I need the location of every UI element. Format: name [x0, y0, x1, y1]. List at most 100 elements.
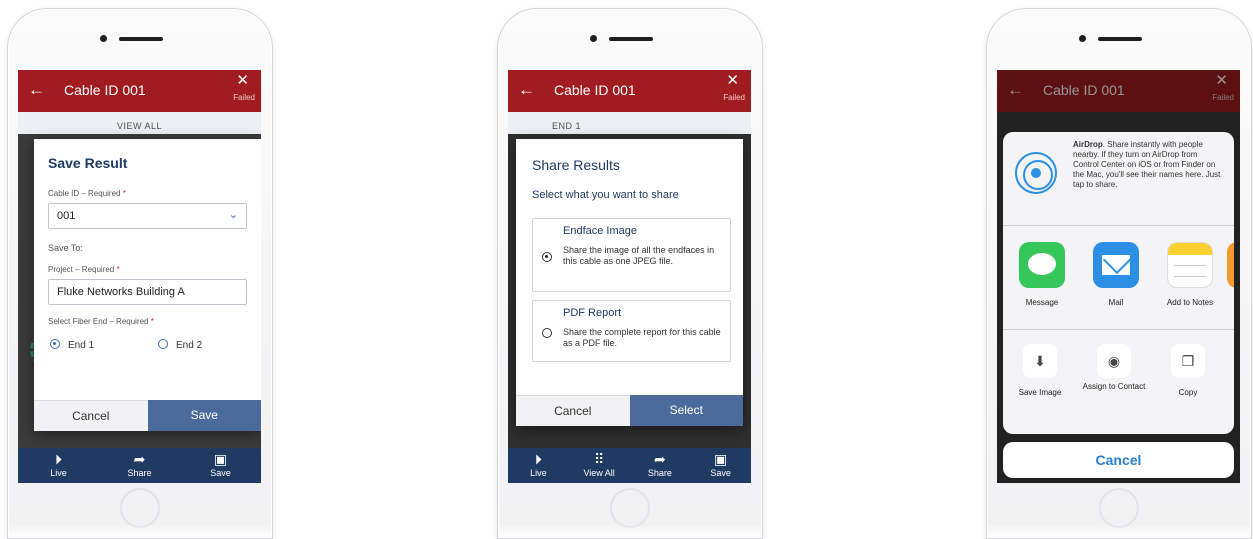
action-copy[interactable]: ❐ Copy: [1155, 344, 1221, 398]
home-button: [1099, 488, 1139, 528]
phone-screen: ← Cable ID 001 ✕ Failed AirDrop. Share i…: [997, 70, 1240, 483]
tab-save[interactable]: ▣ Save: [690, 448, 751, 483]
header-title: Cable ID 001: [64, 82, 146, 98]
tab-label: Share: [647, 468, 672, 478]
bottom-tab-bar: ⏵ Live ➦ Share ▣ Save: [18, 448, 261, 483]
project-field[interactable]: Fluke Networks Building A: [48, 279, 247, 305]
status-failed-label: Failed: [233, 93, 255, 102]
action-assign-contact[interactable]: ◉ Assign to Contact: [1081, 344, 1147, 392]
cancel-button[interactable]: Cancel: [1003, 442, 1234, 478]
home-button: [120, 488, 160, 528]
tab-label: Live: [530, 468, 547, 478]
option-description: Share the complete report for this cable…: [563, 327, 721, 348]
save-result-dialog: Save Result Cable ID – Required * 001 ⌄ …: [34, 139, 261, 431]
bottom-tab-bar: ⏵ Live ⠿ View All ➦ Share ▣ Save: [508, 448, 751, 483]
tab-label: Share: [127, 468, 152, 478]
option-description: Share the image of all the endfaces in t…: [563, 245, 715, 266]
tab-share[interactable]: ➦ Share: [99, 448, 180, 483]
airdrop-icon: [1015, 152, 1057, 194]
app-label: Mail: [1108, 298, 1124, 307]
share-results-dialog: Share Results Select what you want to sh…: [516, 139, 743, 426]
phone-screen: ← Cable ID 001 ✕ Failed END 1 Share Resu…: [508, 70, 751, 483]
copy-icon: ❐: [1171, 344, 1205, 378]
tab-label: Save: [710, 468, 731, 478]
action-label: Assign to Contact: [1082, 382, 1146, 391]
end-tab-strip: END 1: [508, 112, 751, 134]
cable-id-select[interactable]: 001 ⌄: [48, 203, 247, 229]
close-icon[interactable]: ✕: [236, 73, 249, 89]
tab-save[interactable]: ▣ Save: [180, 448, 261, 483]
cancel-button[interactable]: Cancel: [34, 400, 148, 431]
strip-label[interactable]: VIEW ALL: [18, 121, 261, 131]
header-title: Cable ID 001: [554, 82, 636, 98]
tab-share[interactable]: ➦ Share: [630, 448, 691, 483]
share-app-mail[interactable]: Mail: [1083, 242, 1149, 307]
option-endface-image[interactable]: Endface Image Share the image of all the…: [532, 218, 731, 292]
three-phone-mockups: ← Cable ID 001 ✕ Failed VIEW ALL Save Re…: [0, 0, 1253, 539]
radio-unselected-icon: [158, 339, 168, 349]
phone-share-results: ← Cable ID 001 ✕ Failed END 1 Share Resu…: [497, 8, 763, 539]
save-button[interactable]: Save: [147, 400, 261, 431]
play-circle-icon: ⏵: [534, 451, 542, 467]
select-button[interactable]: Select: [629, 395, 743, 426]
tab-label: View All: [583, 468, 615, 478]
cancel-button[interactable]: Cancel: [516, 395, 630, 426]
phone-ios-share-sheet: ← Cable ID 001 ✕ Failed AirDrop. Share i…: [986, 8, 1252, 539]
radio-selected-icon: [50, 339, 60, 349]
earpiece-speaker: [1098, 37, 1142, 41]
dialog-footer: Cancel Select: [516, 395, 743, 426]
front-camera: [100, 35, 107, 42]
view-all-strip: VIEW ALL: [18, 112, 261, 134]
floppy-disk-icon: ▣: [714, 451, 728, 467]
airdrop-section[interactable]: AirDrop. Share instantly with people nea…: [1003, 132, 1234, 226]
back-arrow-icon[interactable]: ←: [518, 80, 535, 100]
earpiece-speaker: [609, 37, 653, 41]
end2-radio-option[interactable]: End 2: [158, 335, 202, 353]
front-camera: [1079, 35, 1086, 42]
chevron-down-icon: ⌄: [228, 209, 238, 221]
share-app-notes[interactable]: Add to Notes: [1157, 242, 1223, 307]
back-arrow-icon[interactable]: ←: [28, 80, 45, 100]
tab-view-all[interactable]: ⠿ View All: [569, 448, 630, 483]
strip-label[interactable]: END 1: [552, 121, 581, 131]
action-save-image[interactable]: ⬇ Save Image: [1007, 344, 1073, 398]
cable-id-label: Cable ID – Required *: [48, 189, 126, 198]
end1-radio-option[interactable]: End 1: [50, 335, 94, 353]
phone-screen: ← Cable ID 001 ✕ Failed VIEW ALL Save Re…: [18, 70, 261, 483]
app-header: ← Cable ID 001 ✕ Failed: [508, 70, 751, 112]
option-title: Endface Image: [563, 225, 637, 237]
close-icon[interactable]: ✕: [726, 73, 739, 89]
required-mark: *: [150, 317, 154, 326]
save-image-icon: ⬇: [1023, 344, 1057, 378]
tab-label: Save: [210, 468, 231, 478]
airdrop-description: AirDrop. Share instantly with people nea…: [1073, 140, 1224, 190]
airdrop-title: AirDrop: [1073, 140, 1103, 149]
ios-share-sheet: AirDrop. Share instantly with people nea…: [1003, 132, 1234, 434]
cable-id-value: 001: [57, 210, 76, 222]
status-failed-label: Failed: [723, 93, 745, 102]
project-value: Fluke Networks Building A: [57, 286, 185, 298]
dialog-subtitle: Select what you want to share: [532, 189, 679, 201]
partial-app-icon: [1227, 242, 1234, 288]
end2-label: End 2: [176, 340, 203, 351]
project-label: Project – Required *: [48, 265, 120, 274]
tab-live[interactable]: ⏵ Live: [508, 448, 569, 483]
share-arrow-icon: ➦: [133, 451, 146, 467]
share-actions-row: ⬇ Save Image ◉ Assign to Contact ❐ Copy: [1003, 330, 1234, 434]
assign-contact-icon: ◉: [1097, 344, 1131, 378]
project-label-text: Project – Required: [48, 265, 115, 274]
fiber-end-label: Select Fiber End – Required *: [48, 317, 154, 326]
earpiece-speaker: [119, 37, 163, 41]
option-pdf-report[interactable]: PDF Report Share the complete report for…: [532, 300, 731, 362]
tab-live[interactable]: ⏵ Live: [18, 448, 99, 483]
required-mark: *: [122, 189, 126, 198]
dialog-title: Share Results: [532, 157, 620, 173]
fiber-end-label-text: Select Fiber End – Required: [48, 317, 149, 326]
option-title: PDF Report: [563, 307, 622, 319]
share-app-message[interactable]: Message: [1009, 242, 1075, 307]
share-app-partial[interactable]: [1227, 242, 1234, 288]
notes-app-icon: [1167, 242, 1213, 288]
phone-save-result: ← Cable ID 001 ✕ Failed VIEW ALL Save Re…: [7, 8, 273, 539]
save-to-label: Save To:: [48, 243, 83, 253]
mail-app-icon: [1093, 242, 1139, 288]
